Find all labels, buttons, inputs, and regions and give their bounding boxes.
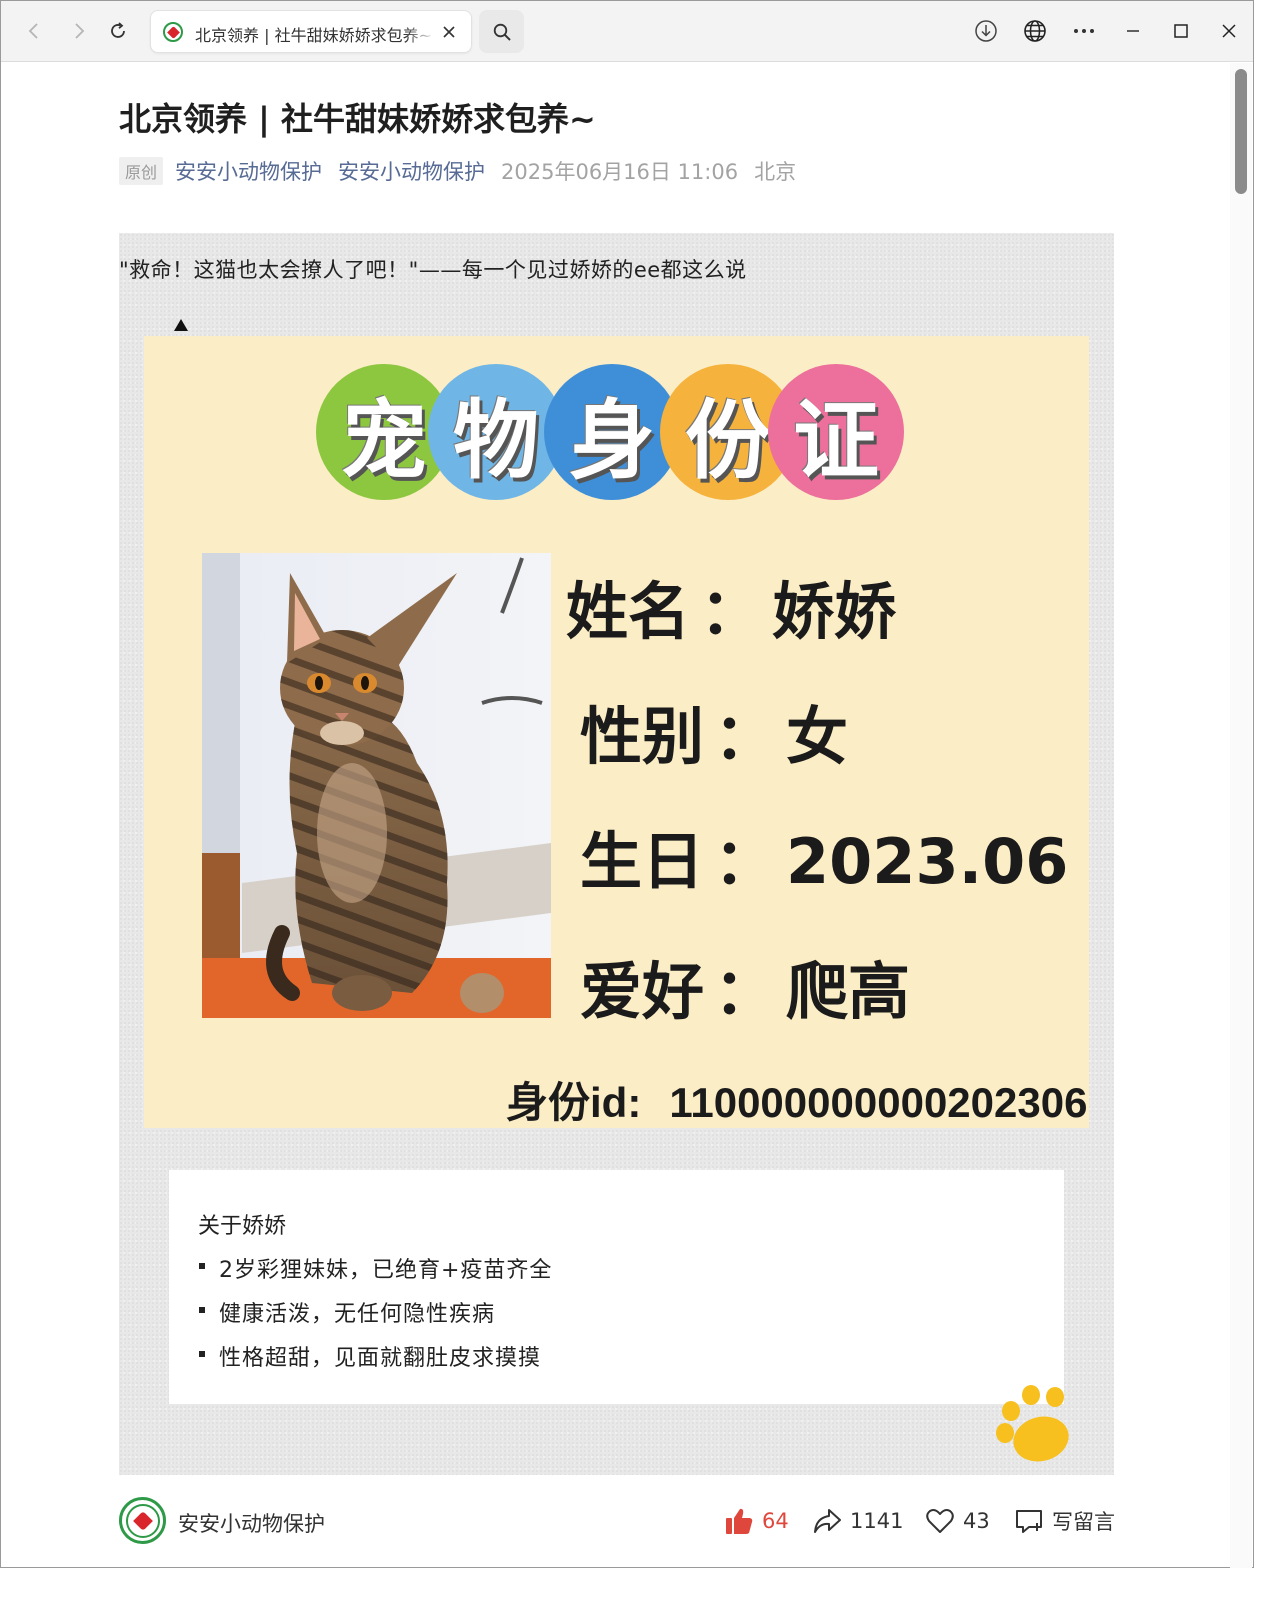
share-button[interactable]: 1141	[812, 1503, 903, 1539]
pet-id-card[interactable]: 宠 物 身 份 证 姓名 ： 娇娇 性别 ： 女 生日 ： 2023.06 爱好…	[144, 336, 1089, 1128]
search-icon	[493, 23, 511, 41]
tab-close-button[interactable]	[439, 22, 459, 42]
field-birthday: 生日： 2023.06	[580, 825, 1069, 898]
maximize-icon	[1174, 24, 1188, 38]
about-box: 关于娇娇 2岁彩狸妹妹，已绝育+疫苗齐全 健康活泼，无任何隐性疾病 性格超甜，见…	[169, 1170, 1064, 1404]
more-icon	[1074, 29, 1094, 33]
download-icon	[975, 20, 997, 42]
id-card-header: 宠 物 身 份 证	[316, 364, 916, 500]
account-link[interactable]: 安安小动物保护	[338, 156, 485, 186]
comment-icon	[1016, 1510, 1042, 1533]
about-heading: 关于娇娇	[198, 1214, 287, 1239]
like-count: 64	[762, 1509, 789, 1533]
favorite-button[interactable]: 43	[925, 1503, 990, 1539]
refresh-button[interactable]	[102, 15, 134, 47]
arrow-up-icon	[174, 319, 188, 331]
field-gender: 性别：女	[580, 700, 849, 773]
share-count: 1141	[850, 1509, 904, 1533]
cat-photo	[202, 553, 551, 1018]
article-meta: 原创 安安小动物保护 安安小动物保护 2025年06月16日 11:06 北京	[119, 156, 796, 186]
favicon-icon	[163, 22, 183, 42]
field-hobby: 爱好：爬高	[580, 955, 911, 1028]
list-item: 健康活泼，无任何隐性疾病	[198, 1296, 552, 1340]
translate-button[interactable]	[1020, 16, 1050, 46]
more-button[interactable]	[1069, 16, 1099, 46]
title-bar: 北京领养 | 社牛甜妹娇娇求包养~	[1, 1, 1253, 62]
header-circle: 证	[768, 364, 904, 500]
browser-window: 北京领养 | 社牛甜妹娇娇求包养~ 北京领养 | 社牛甜妹娇娇求包养~ 原创 安…	[0, 0, 1254, 1568]
list-item: 性格超甜，见面就翻肚皮求摸摸	[198, 1340, 552, 1384]
paw-icon	[996, 1385, 1069, 1462]
publish-location: 北京	[754, 160, 797, 184]
download-button[interactable]	[971, 16, 1001, 46]
window-close-icon	[1222, 24, 1236, 38]
thumbs-up-icon	[726, 1508, 753, 1534]
lead-text: "救命！这猫也太会撩人了吧！"——每一个见过娇娇的ee都这么说	[119, 258, 747, 282]
scrollbar-track[interactable]	[1230, 63, 1252, 1568]
article-footer: 安安小动物保护 64 1141 43 写留言	[119, 1496, 1115, 1546]
back-button[interactable]	[18, 15, 50, 47]
refresh-icon	[111, 22, 125, 38]
field-name: 姓名：娇娇	[566, 575, 897, 648]
forward-icon	[75, 23, 85, 39]
avatar[interactable]	[119, 1497, 166, 1544]
pet-id-number: 身份id: 110000000000202306	[506, 1079, 1088, 1126]
article-title: 北京领养 | 社牛甜妹娇娇求包养~	[119, 100, 596, 138]
search-button[interactable]	[479, 10, 524, 53]
forward-button[interactable]	[63, 15, 95, 47]
back-icon	[28, 23, 38, 39]
author-link[interactable]: 安安小动物保护	[175, 156, 322, 186]
window-close-button[interactable]	[1214, 16, 1244, 46]
write-comment-label: 写留言	[1052, 1510, 1115, 1534]
close-icon	[443, 26, 455, 38]
original-badge: 原创	[119, 157, 164, 185]
footer-author[interactable]: 安安小动物保护	[178, 1508, 325, 1538]
heart-icon	[926, 1509, 954, 1533]
favorite-count: 43	[963, 1509, 990, 1533]
about-list: 2岁彩狸妹妹，已绝育+疫苗齐全 健康活泼，无任何隐性疾病 性格超甜，见面就翻肚皮…	[198, 1252, 552, 1384]
like-button[interactable]: 64	[724, 1503, 789, 1539]
globe-icon	[1024, 20, 1046, 42]
maximize-button[interactable]	[1166, 16, 1196, 46]
list-item: 2岁彩狸妹妹，已绝育+疫苗齐全	[198, 1252, 552, 1296]
publish-date: 2025年06月16日 11:06	[501, 160, 739, 184]
minimize-button[interactable]	[1118, 16, 1148, 46]
tab-title: 北京领养 | 社牛甜妹娇娇求包养~	[195, 22, 435, 46]
scrollbar-thumb[interactable]	[1235, 69, 1247, 194]
minimize-icon	[1127, 30, 1139, 32]
browser-tab[interactable]: 北京领养 | 社牛甜妹娇娇求包养~	[150, 10, 472, 53]
write-comment-button[interactable]: 写留言	[1014, 1503, 1115, 1539]
share-icon	[814, 1509, 841, 1533]
